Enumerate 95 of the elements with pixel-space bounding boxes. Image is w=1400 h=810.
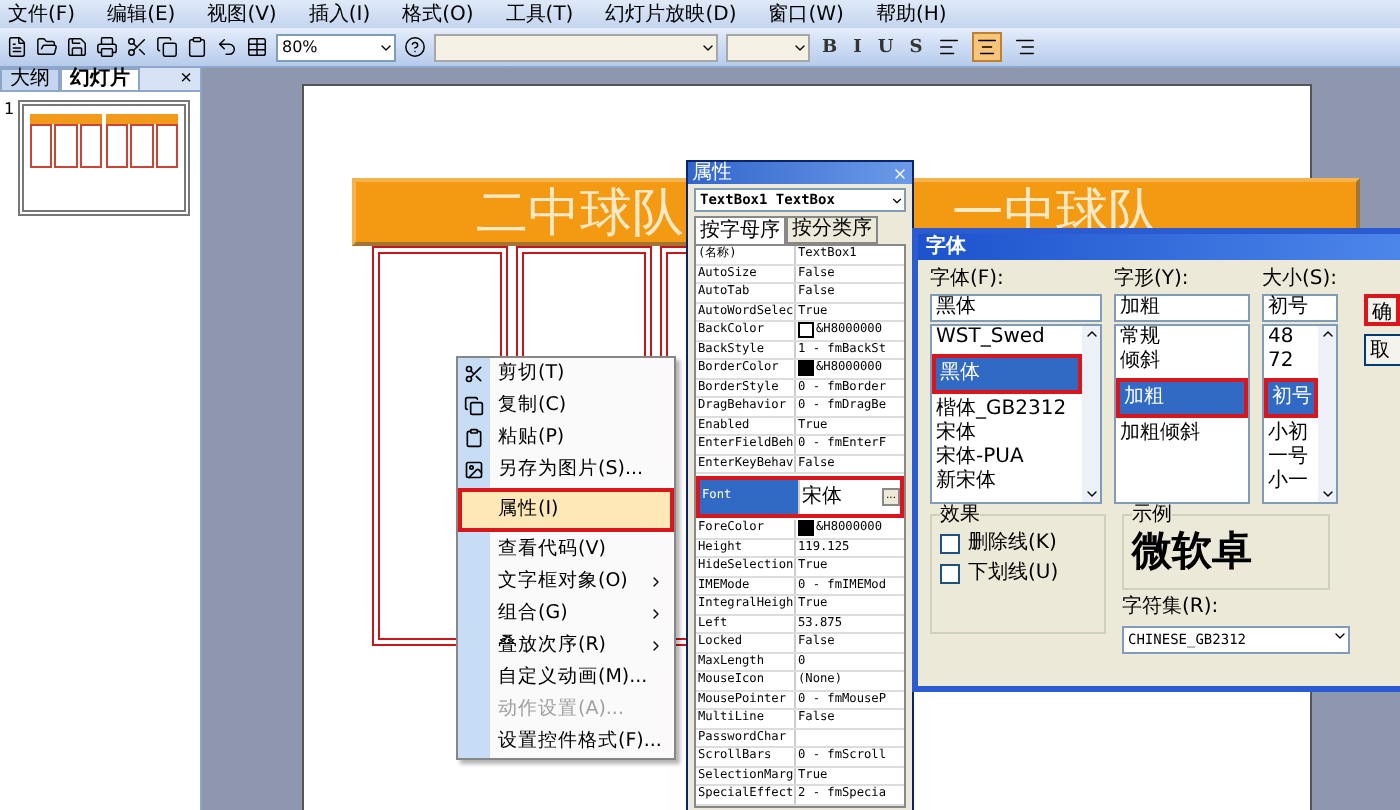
list-item[interactable]: 初号	[1264, 378, 1318, 418]
menu-item[interactable]: 自定义动画(M)...	[458, 662, 674, 694]
menu-item[interactable]: 剪切(T)	[458, 358, 674, 390]
copy-icon[interactable]	[156, 36, 178, 58]
sort-tab[interactable]: 按分类序	[786, 216, 878, 244]
printer-icon[interactable]	[96, 36, 118, 58]
scrollbar[interactable]	[1318, 326, 1336, 502]
input-field[interactable]: 黑体	[930, 294, 1102, 322]
menu-item[interactable]: 属性(I)	[458, 488, 674, 532]
menu-item[interactable]: 组合(G)	[458, 598, 674, 630]
zoom-field[interactable]: 80%	[276, 33, 396, 61]
checkbox-label: 下划线(U)	[968, 562, 1059, 586]
dialog-button[interactable]: 取	[1364, 334, 1400, 366]
menu-item[interactable]: 视图(V)	[207, 0, 277, 28]
menu-item[interactable]: 文字框对象(O)	[458, 566, 674, 598]
team-title: 二中球队	[476, 181, 684, 247]
list-item[interactable]: 宋体-PUA	[932, 446, 1082, 470]
picture-icon	[464, 460, 484, 480]
menu-item[interactable]: 工具(T)	[505, 0, 574, 28]
scroll-down-icon[interactable]	[1083, 486, 1099, 502]
scissors-icon	[464, 364, 484, 384]
menu-item[interactable]: 粘贴(P)	[458, 422, 674, 454]
list-item[interactable]: 常规	[1116, 326, 1248, 350]
property-value: 宋体	[802, 483, 842, 512]
list-item[interactable]: 72	[1264, 350, 1318, 374]
scissors-icon[interactable]	[126, 36, 148, 58]
menu-item[interactable]: 幻灯片放映(D)	[605, 0, 737, 28]
list-item[interactable]: 加粗倾斜	[1116, 422, 1248, 446]
list-item[interactable]: 加粗	[1116, 378, 1248, 418]
menu-item[interactable]: 编辑(E)	[107, 0, 176, 28]
group-label: 效果	[940, 506, 980, 526]
help-icon[interactable]	[404, 36, 426, 58]
format-button[interactable]: S	[905, 37, 927, 57]
list-item[interactable]: 楷体_GB2312	[932, 398, 1082, 422]
input-field[interactable]: 加粗	[1114, 294, 1250, 322]
align-button[interactable]	[972, 32, 1003, 62]
list-item[interactable]: 宋体	[932, 422, 1082, 446]
scroll-down-icon[interactable]	[1319, 486, 1335, 502]
save-icon[interactable]	[66, 36, 88, 58]
clipboard-icon[interactable]	[186, 36, 208, 58]
menu-item[interactable]: 窗口(W)	[768, 0, 844, 28]
panel-tab[interactable]: 幻灯片	[60, 68, 140, 90]
menu-item[interactable]: 复制(C)	[458, 390, 674, 422]
font-size-field[interactable]	[726, 33, 810, 61]
menu-item[interactable]: 查看代码(V)	[458, 534, 674, 566]
menu-item[interactable]: 另存为图片(S)...	[458, 454, 674, 486]
dropdown-icon	[1332, 628, 1348, 644]
undo-icon[interactable]	[216, 36, 238, 58]
field-label: 字形(Y):	[1114, 268, 1191, 292]
folder-icon[interactable]	[36, 36, 58, 58]
panel-tab[interactable]: 大纲	[0, 68, 60, 90]
list-item[interactable]: 48	[1264, 326, 1318, 350]
scrollbar[interactable]	[1082, 326, 1100, 502]
close-button[interactable]: ×	[172, 69, 200, 89]
checkbox[interactable]	[940, 534, 960, 554]
menu-item[interactable]: 叠放次序(R)	[458, 630, 674, 662]
menu-item[interactable]: 设置控件格式(F)...	[458, 726, 674, 758]
text-align-icon	[938, 36, 961, 58]
checkbox-label: 删除线(K)	[968, 532, 1057, 556]
input-field[interactable]: 初号	[1262, 294, 1338, 322]
list-item[interactable]: WST_Swed	[932, 326, 1082, 350]
text-align-icon	[976, 36, 999, 58]
field-label: 字符集(R):	[1122, 596, 1221, 620]
field-label: 大小(S):	[1262, 268, 1338, 292]
slide-number: 1	[4, 100, 15, 118]
scroll-up-icon[interactable]	[1083, 326, 1099, 342]
text-align-icon	[1014, 36, 1037, 58]
field-label: 字体(F):	[930, 268, 1006, 292]
scroll-up-icon[interactable]	[1319, 326, 1335, 342]
group-label: 示例	[1132, 506, 1172, 526]
menu-item[interactable]: 格式(O)	[402, 0, 474, 28]
format-button[interactable]: U	[873, 37, 898, 57]
list-item[interactable]: 新宋体	[932, 470, 1082, 494]
list-item[interactable]: 黑体	[932, 354, 1082, 394]
menu-item[interactable]: 帮助(H)	[875, 0, 947, 28]
menu-item[interactable]: 插入(I)	[308, 0, 371, 28]
font-name-field[interactable]	[434, 33, 718, 61]
checkbox[interactable]	[940, 564, 960, 584]
list-item[interactable]: 小一	[1264, 470, 1318, 494]
close-icon[interactable]	[892, 165, 908, 181]
list-item[interactable]: 一号	[1264, 446, 1318, 470]
menu-item[interactable]: 文件(F)	[8, 0, 76, 28]
sort-tab[interactable]: 按字母序	[694, 216, 786, 244]
table-icon[interactable]	[246, 36, 268, 58]
new-file-icon[interactable]	[6, 36, 28, 58]
slide-thumbnail[interactable]	[18, 100, 191, 216]
sample-text: 微软卓	[1132, 526, 1254, 574]
dropdown-icon	[890, 193, 904, 207]
format-button[interactable]: B	[818, 37, 842, 57]
copy-icon	[464, 396, 484, 416]
window-title: 属性	[692, 162, 732, 184]
list-item[interactable]: 倾斜	[1116, 350, 1248, 374]
clipboard-icon	[464, 428, 484, 448]
format-button[interactable]: I	[849, 37, 866, 57]
list-item[interactable]: 小初	[1264, 422, 1318, 446]
